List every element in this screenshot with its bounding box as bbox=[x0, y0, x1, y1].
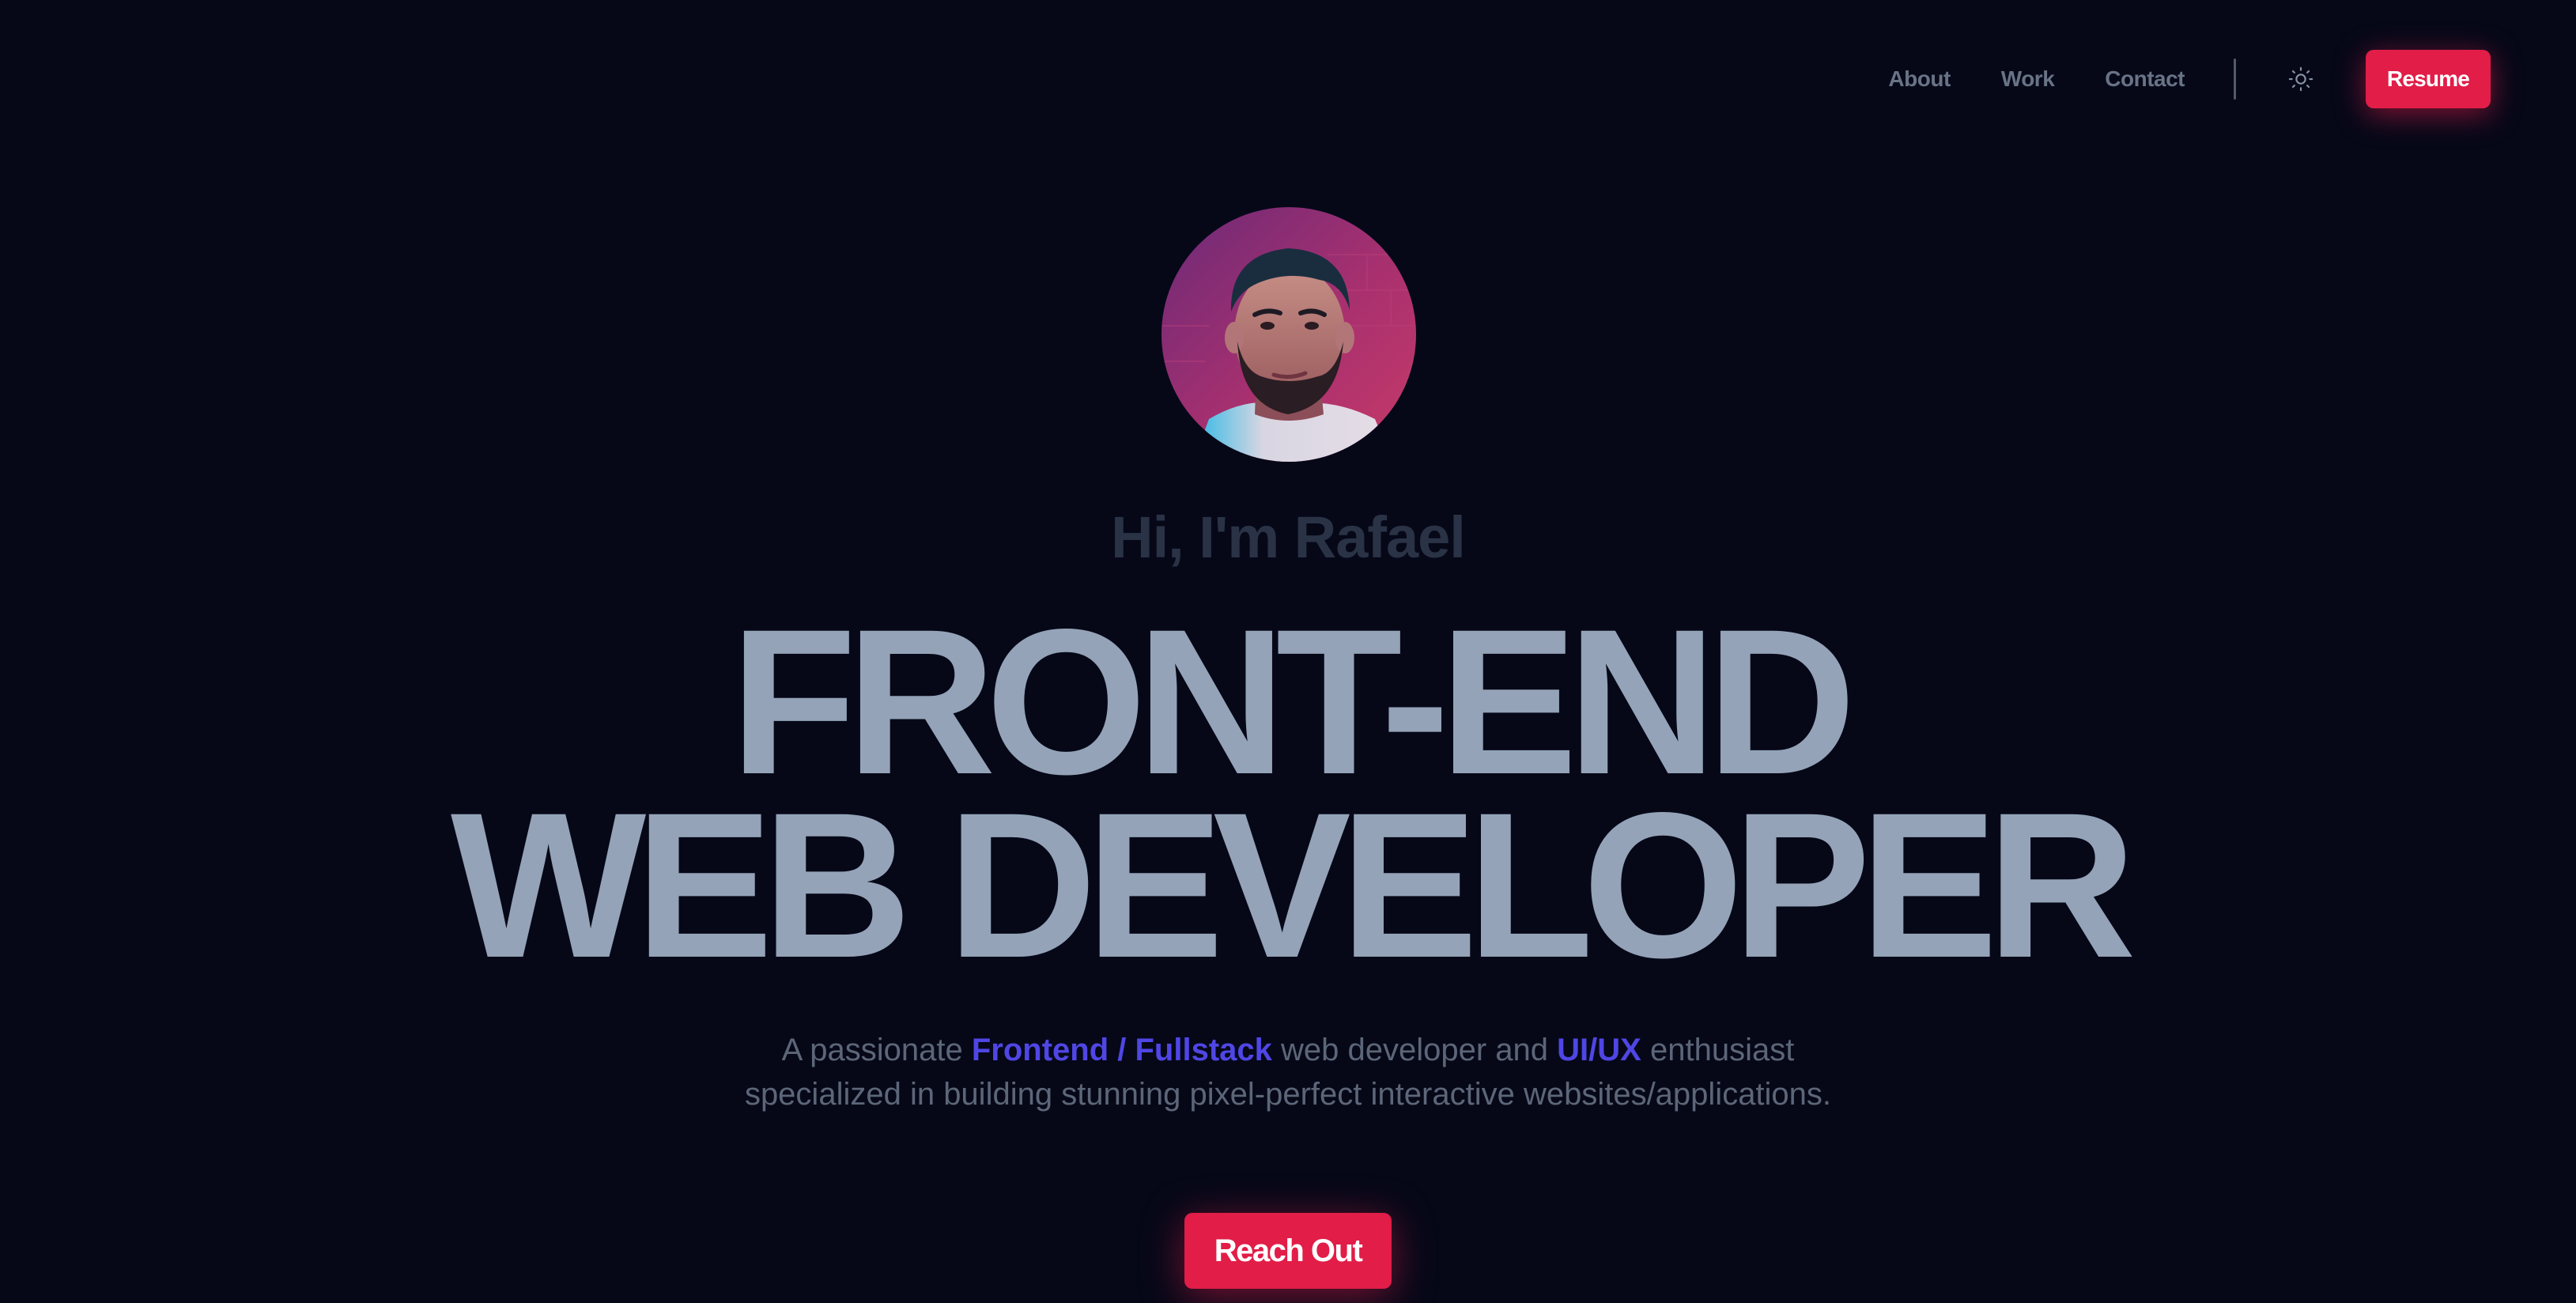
tagline-highlight-frontend: Frontend / Fullstack bbox=[971, 1033, 1272, 1067]
reach-out-button[interactable]: Reach Out bbox=[1184, 1213, 1392, 1289]
tagline: A passionate Frontend / Fullstack web de… bbox=[712, 1028, 1864, 1116]
headline-line-2: WEB DEVELOPER bbox=[450, 769, 2136, 1001]
tagline-highlight-uiux: UI/UX bbox=[1557, 1033, 1641, 1067]
headline-line-1: FRONT-END bbox=[730, 586, 1856, 818]
avatar bbox=[1161, 207, 1416, 462]
hero-section: Hi, I'm Rafael FRONT-END WEB DEVELOPER A… bbox=[0, 0, 2576, 1303]
greeting: Hi, I'm Rafael bbox=[1111, 504, 1466, 570]
headline: FRONT-END WEB DEVELOPER bbox=[0, 586, 2576, 1001]
tagline-text-1: A passionate bbox=[781, 1033, 972, 1067]
profile-photo bbox=[1161, 207, 1416, 462]
tagline-text-2: web developer and bbox=[1271, 1033, 1558, 1067]
